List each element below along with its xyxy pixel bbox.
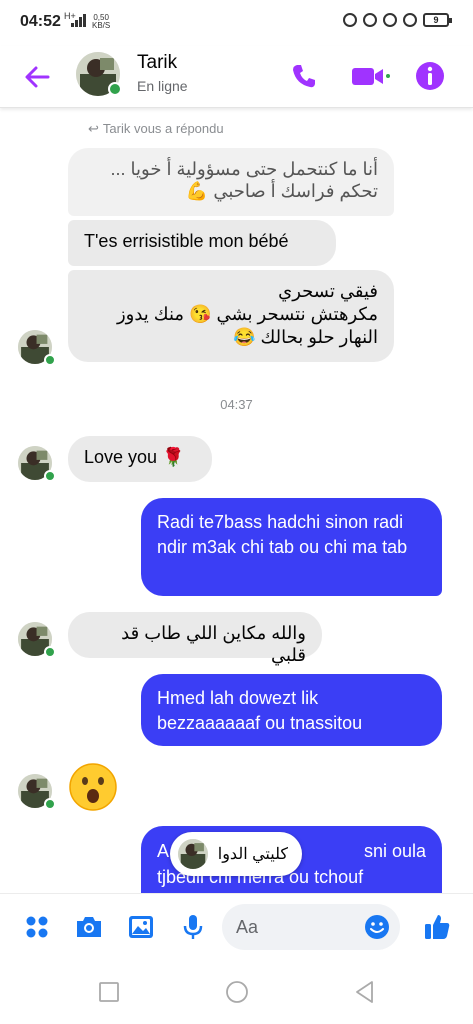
message-timestamp: 04:37 xyxy=(220,397,253,412)
message-input[interactable] xyxy=(236,915,356,939)
sender-avatar xyxy=(18,446,56,482)
phone-icon[interactable] xyxy=(288,60,320,92)
kiss-emoji: 😘 xyxy=(189,304,212,324)
back-arrow-icon[interactable] xyxy=(22,62,52,92)
incoming-message[interactable]: فيقي تسحري مكرهتش نتسحر بشي 😘 منك يدوز ا… xyxy=(68,270,394,362)
recent-apps-icon[interactable] xyxy=(96,979,122,1005)
home-icon[interactable] xyxy=(224,979,250,1005)
online-indicator xyxy=(108,82,122,96)
reply-preview-text: كليتي الدوا xyxy=(217,846,288,863)
system-nav-bar xyxy=(0,963,473,1024)
outgoing-message[interactable]: Radi te7bass hadchi sinon radi ndir m3ak… xyxy=(141,498,442,596)
message-text: أنا ما كنتحمل حتى مسؤولية أ خويا ... xyxy=(110,159,378,179)
sender-avatar xyxy=(18,330,56,366)
back-nav-icon[interactable] xyxy=(352,979,378,1005)
rose-emoji: 🌹 xyxy=(162,447,185,467)
online-indicator xyxy=(44,798,56,810)
status-icons: 9 xyxy=(343,13,452,27)
video-camera-icon[interactable] xyxy=(350,60,390,92)
status-time: 04:52 xyxy=(20,13,61,30)
online-indicator xyxy=(44,354,56,366)
message-text: مكرهتش نتسحر بشي xyxy=(216,304,378,324)
image-icon[interactable] xyxy=(126,912,156,942)
data-saver-icon xyxy=(363,13,377,27)
network-speed: 0,50 KB/S xyxy=(92,14,110,30)
message-text: Radi te7bass hadchi sinon radi ndir m3ak… xyxy=(157,512,408,557)
flexed-biceps-emoji: 💪 xyxy=(185,181,209,201)
sender-avatar xyxy=(18,774,56,810)
battery-icon: 9 xyxy=(423,13,452,27)
avatar xyxy=(178,839,208,869)
info-icon[interactable] xyxy=(414,60,446,92)
message-text: sni oula xyxy=(363,841,426,861)
message-text: والله مكاين اللي طاب قد قلبي xyxy=(121,623,306,665)
message-text: فيقي تسحري xyxy=(278,281,378,301)
contact-name[interactable]: Tarik xyxy=(137,52,177,74)
message-list[interactable]: ↩ Tarik vous a répondu أنا ما كنتحمل حتى … xyxy=(0,108,473,893)
microphone-icon[interactable] xyxy=(178,912,208,942)
smiley-icon[interactable] xyxy=(364,914,390,940)
sender-avatar xyxy=(18,622,56,658)
network-speed-unit: KB/S xyxy=(92,21,111,30)
message-text: Love you xyxy=(84,447,158,467)
vibrate-icon xyxy=(343,13,357,27)
camera-icon[interactable] xyxy=(74,912,104,942)
message-text: A xyxy=(157,841,170,861)
message-text: Hmed lah dowezt lik bezzaaaaaaf ou tnass… xyxy=(157,688,363,733)
message-text: النهار حلو بحالك xyxy=(260,327,378,347)
alarm-icon xyxy=(383,13,397,27)
headset-icon xyxy=(403,13,417,27)
thumbs-up-icon[interactable] xyxy=(422,912,452,942)
reply-note-text: Tarik vous a répondu xyxy=(102,121,224,136)
chat-header: Tarik En ligne xyxy=(0,46,473,108)
message-composer xyxy=(0,893,473,963)
message-text: T'es errisistible mon bébé xyxy=(84,231,289,251)
message-text: منك يدوز xyxy=(116,304,185,324)
reply-arrow-icon: ↩ xyxy=(88,121,99,136)
message-input-container[interactable] xyxy=(222,904,400,950)
online-indicator xyxy=(44,646,56,658)
message-text: تحكم فراسك أ صاحبي xyxy=(213,181,378,201)
quoted-message[interactable]: أنا ما كنتحمل حتى مسؤولية أ خويا ... تحك… xyxy=(68,148,394,216)
outgoing-message[interactable]: Hmed lah dowezt lik bezzaaaaaaf ou tnass… xyxy=(141,674,442,746)
status-bar: 04:52 H+ 0,50 KB/S 9 xyxy=(0,0,473,46)
signal-icon xyxy=(71,14,87,27)
contact-status: En ligne xyxy=(137,78,188,94)
reply-preview-chip[interactable]: كليتي الدوا xyxy=(170,832,302,876)
online-indicator xyxy=(44,470,56,482)
apps-grid-icon[interactable] xyxy=(22,912,52,942)
reply-note: ↩ Tarik vous a répondu xyxy=(88,121,224,137)
laughing-emoji: 😂 xyxy=(233,327,256,347)
astonished-face-emoji[interactable] xyxy=(68,762,118,812)
incoming-message[interactable]: Love you 🌹 xyxy=(68,436,212,482)
incoming-message[interactable]: T'es errisistible mon bébé xyxy=(68,220,336,266)
incoming-message[interactable]: والله مكاين اللي طاب قد قلبي xyxy=(68,612,322,665)
